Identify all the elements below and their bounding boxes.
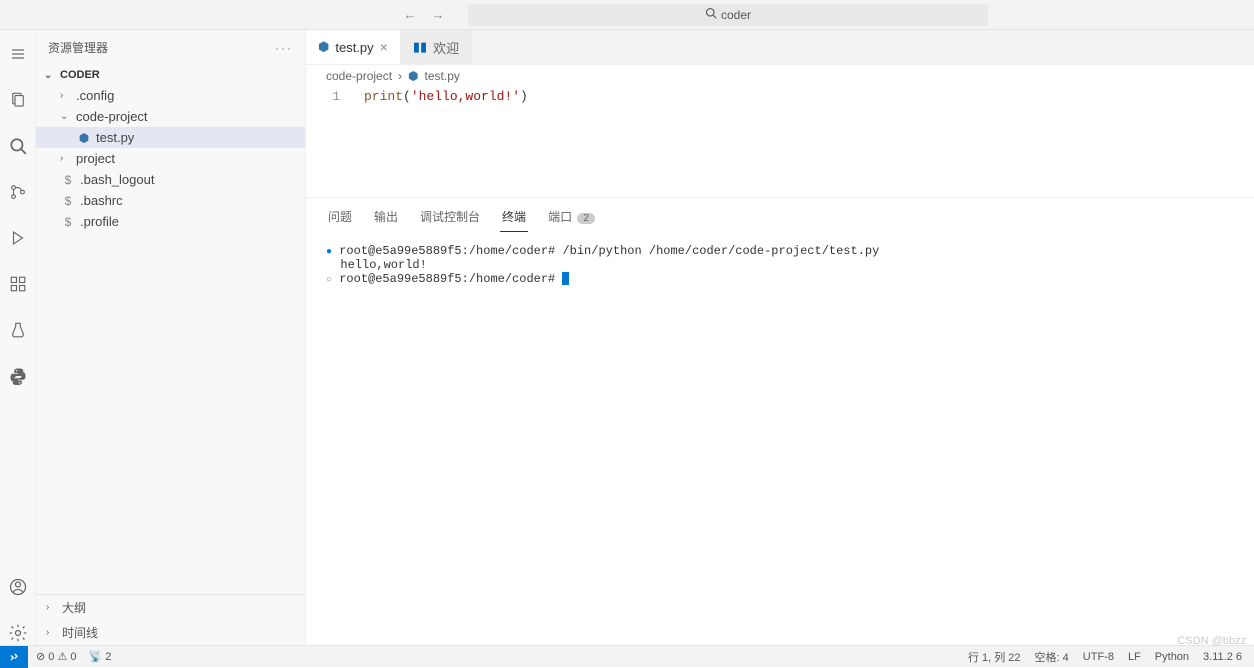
shell-file-icon: $ [60, 215, 76, 229]
terminal-cursor [562, 272, 569, 285]
tab-welcome[interactable]: ▮▮ 欢迎 [401, 30, 472, 64]
panel-tab-problems[interactable]: 问题 [326, 204, 354, 232]
sidebar-more-icon[interactable]: ··· [275, 41, 293, 55]
sidebar: 资源管理器 ··· ⌄ CODER › .config ⌄ code-project ⬢… [36, 30, 306, 645]
chevron-right-icon: › [46, 602, 58, 613]
language-mode[interactable]: Python [1155, 651, 1189, 663]
shell-file-icon: $ [60, 173, 76, 187]
tree-item-label: .profile [80, 214, 119, 229]
python-file-icon: ⬢ [76, 131, 92, 145]
eol[interactable]: LF [1128, 651, 1141, 663]
extensions-icon[interactable] [6, 272, 30, 296]
tree-item--bashrc[interactable]: $ .bashrc [36, 190, 305, 211]
tree-item--config[interactable]: › .config [36, 85, 305, 106]
tree-item--profile[interactable]: $ .profile [36, 211, 305, 232]
breadcrumb-item[interactable]: test.py [425, 69, 460, 83]
chevron-down-icon: ⌄ [44, 70, 56, 81]
nav-back-button[interactable]: ← [400, 5, 420, 25]
remote-button[interactable] [0, 646, 28, 668]
testing-icon[interactable] [6, 318, 30, 342]
timeline-section[interactable]: › 时间线 [36, 620, 305, 645]
accounts-icon[interactable] [6, 575, 30, 599]
code-line[interactable]: print('hello,world!') [356, 89, 528, 197]
chevron-icon: › [60, 153, 72, 164]
source-control-icon[interactable] [6, 180, 30, 204]
chevron-right-icon: › [46, 627, 58, 638]
explorer-icon[interactable] [6, 88, 30, 112]
tree-item-label: .config [76, 88, 114, 103]
timeline-label: 时间线 [62, 624, 98, 641]
tree-item-label: code-project [76, 109, 148, 124]
terminal-line: ● root@e5a99e5889f5:/home/coder# /bin/py… [326, 244, 1234, 258]
tree-item--bash_logout[interactable]: $ .bash_logout [36, 169, 305, 190]
search-text: coder [721, 8, 751, 22]
panel: 问题 输出 调试控制台 终端 端口 2 ● root@e5a99e5889f5:… [306, 197, 1254, 645]
python-file-icon: ⬢ [318, 39, 329, 55]
panel-tab-ports[interactable]: 端口 2 [546, 204, 597, 232]
search-icon [705, 7, 717, 22]
terminal-line: ○ root@e5a99e5889f5:/home/coder# [326, 272, 1234, 286]
tree-item-project[interactable]: › project [36, 148, 305, 169]
menu-icon[interactable] [6, 42, 30, 66]
breadcrumb-item[interactable]: code-project [326, 69, 392, 83]
cursor-position[interactable]: 行 1, 列 22 [968, 649, 1021, 665]
tree-item-label: test.py [96, 130, 134, 145]
encoding[interactable]: UTF-8 [1083, 651, 1114, 663]
tree-item-code-project[interactable]: ⌄ code-project [36, 106, 305, 127]
root-label: CODER [60, 69, 100, 81]
python-env-icon[interactable] [6, 364, 30, 388]
outline-section[interactable]: › 大纲 [36, 595, 305, 620]
chevron-icon: › [60, 90, 72, 101]
bullet-icon: ○ [326, 275, 332, 286]
bullet-icon: ● [326, 247, 332, 258]
line-number: 1 [306, 89, 356, 197]
tree-item-label: .bashrc [80, 193, 123, 208]
settings-gear-icon[interactable] [6, 621, 30, 645]
python-file-icon: ⬢ [408, 69, 418, 83]
tree-item-test-py[interactable]: ⬢ test.py [36, 127, 305, 148]
tab-label: 欢迎 [433, 38, 459, 57]
nav-forward-button[interactable]: → [428, 5, 448, 25]
breadcrumb[interactable]: code-project › ⬢ test.py [306, 65, 1254, 87]
tab-bar: ⬢ test.py × ▮▮ 欢迎 [306, 30, 1254, 65]
code-editor[interactable]: 1 print('hello,world!') [306, 87, 1254, 197]
python-version[interactable]: 3.11.2 6 [1203, 651, 1242, 663]
close-tab-icon[interactable]: × [380, 39, 388, 55]
activity-bar [0, 30, 36, 645]
editor-area: ⬢ test.py × ▮▮ 欢迎 code-project › ⬢ test.… [306, 30, 1254, 645]
titlebar: ← → coder [0, 0, 1254, 30]
terminal-line: hello,world! [326, 258, 1234, 272]
tree-root[interactable]: ⌄ CODER [36, 65, 305, 85]
panel-tab-debug[interactable]: 调试控制台 [418, 204, 482, 232]
chevron-icon: ⌄ [60, 111, 72, 122]
sidebar-footer: › 大纲 › 时间线 [36, 594, 305, 645]
file-tree: ⌄ CODER › .config ⌄ code-project ⬢ test.py › pr… [36, 65, 305, 594]
outline-label: 大纲 [62, 599, 86, 616]
chevron-right-icon: › [398, 69, 402, 83]
panel-tabs: 问题 输出 调试控制台 终端 端口 2 [306, 198, 1254, 232]
terminal[interactable]: ● root@e5a99e5889f5:/home/coder# /bin/py… [306, 232, 1254, 645]
indentation[interactable]: 空格: 4 [1035, 649, 1069, 665]
errors-warnings[interactable]: ⊘ 0 ⚠ 0 [36, 650, 77, 663]
watermark: CSDN @bbzz [1177, 635, 1246, 647]
tab-label: test.py [335, 40, 373, 55]
tab-test-py[interactable]: ⬢ test.py × [306, 30, 401, 64]
statusbar: ⊘ 0 ⚠ 0 📡 2 行 1, 列 22 空格: 4 UTF-8 LF Pyt… [0, 645, 1254, 667]
panel-tab-output[interactable]: 输出 [372, 204, 400, 232]
ports-status[interactable]: 📡 2 [89, 650, 112, 663]
sidebar-title: 资源管理器 [48, 39, 108, 56]
tree-item-label: .bash_logout [80, 172, 154, 187]
panel-tab-terminal[interactable]: 终端 [500, 204, 528, 232]
run-debug-icon[interactable] [6, 226, 30, 250]
shell-file-icon: $ [60, 194, 76, 208]
ports-badge: 2 [577, 213, 595, 224]
welcome-icon: ▮▮ [413, 39, 427, 55]
search-activity-icon[interactable] [6, 134, 30, 158]
command-center[interactable]: coder [468, 4, 988, 26]
tree-item-label: project [76, 151, 115, 166]
